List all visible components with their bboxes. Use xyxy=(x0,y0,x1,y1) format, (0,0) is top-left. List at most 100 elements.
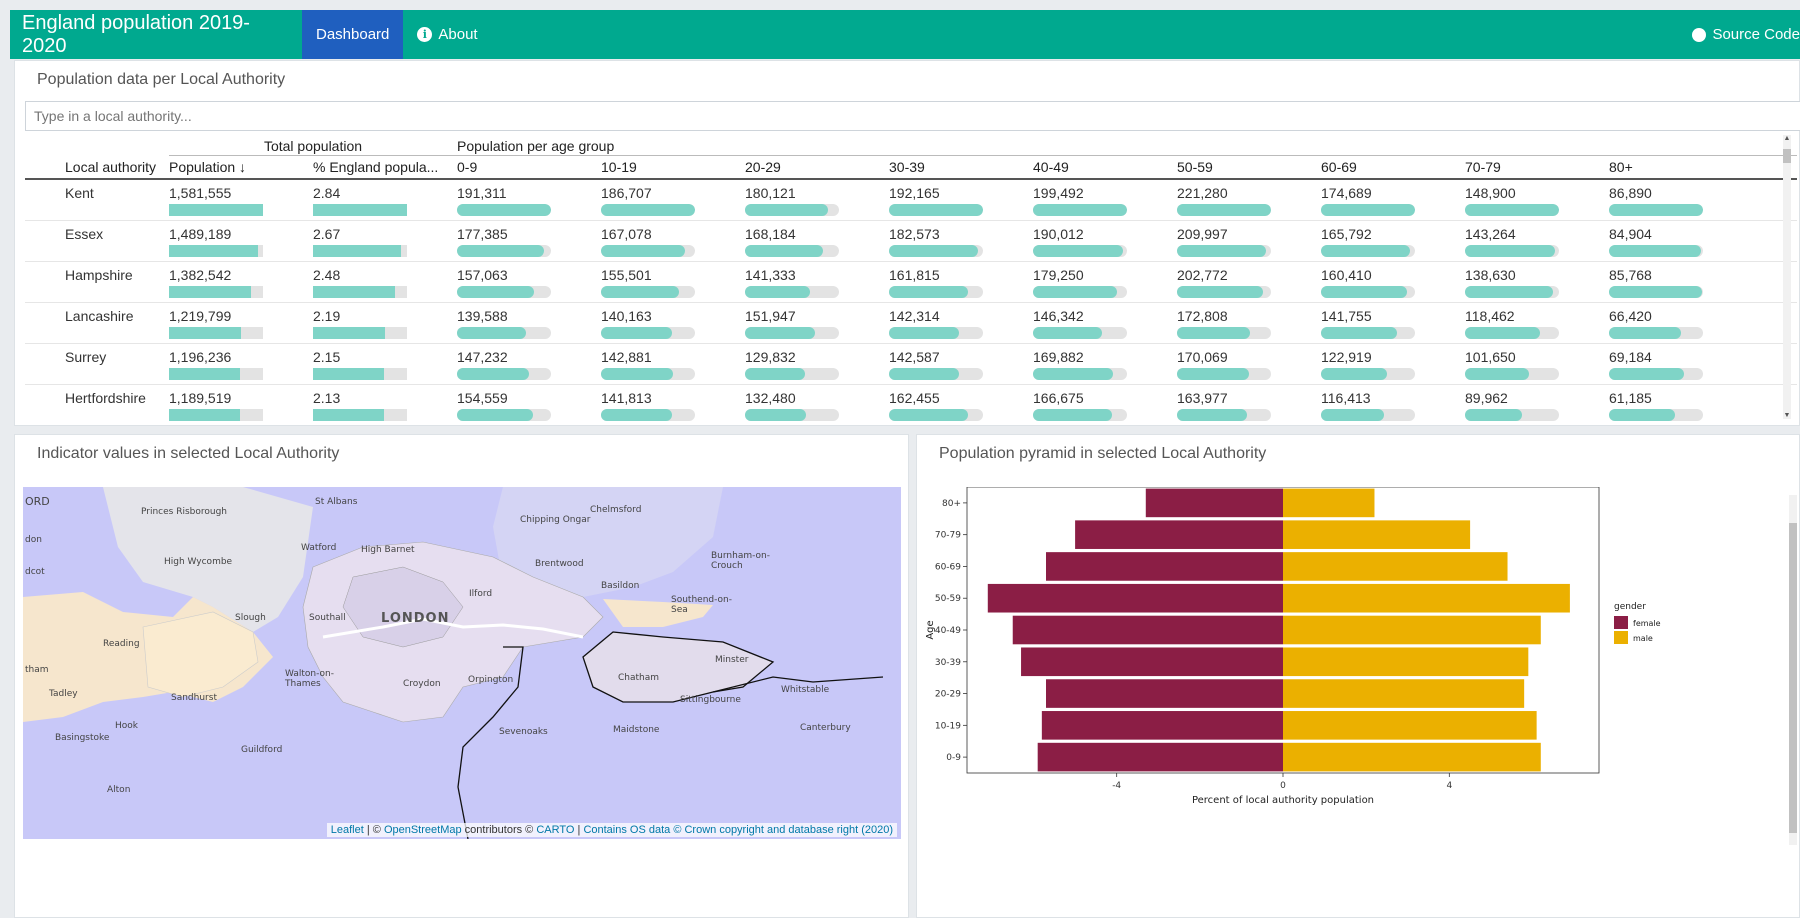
value-bar-fill xyxy=(169,408,240,421)
value-bar xyxy=(169,285,263,298)
table-scrollbar[interactable]: ▲ ▼ xyxy=(1783,135,1791,419)
table-cell: 138,630 xyxy=(1465,261,1610,303)
map-label: High Wycombe xyxy=(164,557,233,567)
legend-label: female xyxy=(1633,619,1661,628)
table-cell: 2.13 xyxy=(313,384,458,423)
github-icon xyxy=(1692,27,1707,42)
cell-value: 142,881 xyxy=(601,348,652,365)
value-bar xyxy=(1033,326,1128,339)
source-code-link[interactable]: Source Code xyxy=(1692,10,1800,59)
value-bar xyxy=(601,367,696,380)
y-tick-label: 60-69 xyxy=(935,562,961,572)
value-bar-fill xyxy=(1033,408,1112,421)
scroll-down-icon[interactable]: ▼ xyxy=(1783,412,1791,419)
table-cell: 177,385 xyxy=(457,220,602,262)
table-row[interactable]: Kent 1,581,555 2.84 191,311 186,707 180,121 19… xyxy=(25,179,1797,221)
pyramid-bar-male xyxy=(1283,615,1541,645)
column-header[interactable]: 50-59 xyxy=(1177,155,1322,180)
value-bar-fill xyxy=(1177,244,1267,257)
value-bar xyxy=(601,408,696,421)
value-bar-fill xyxy=(1321,367,1388,380)
pyramid-bar-female xyxy=(1075,520,1283,549)
column-header[interactable]: 40-49 xyxy=(1033,155,1178,180)
pyramid-bar-female xyxy=(1145,488,1283,518)
column-header[interactable]: % England popula... xyxy=(313,155,458,180)
map-label: Chipping Ongar xyxy=(520,515,591,525)
value-bar xyxy=(745,367,840,380)
carto-link[interactable]: CARTO xyxy=(536,824,574,836)
pyramid-bar-female xyxy=(1021,647,1283,677)
value-bar xyxy=(889,285,984,298)
group-spacer xyxy=(25,135,169,155)
column-header[interactable]: 20-29 xyxy=(745,155,890,180)
map-label: Guildford xyxy=(241,745,283,755)
value-bar-fill xyxy=(1465,367,1530,380)
table-cell: 174,689 xyxy=(1321,179,1466,221)
table-cell: 167,078 xyxy=(601,220,746,262)
local-authority-search-input[interactable] xyxy=(25,101,1800,131)
leaflet-link[interactable]: Leaflet xyxy=(331,824,364,836)
table-cell: 2.67 xyxy=(313,220,458,262)
cell-value: 202,772 xyxy=(1177,266,1228,283)
cell-value: 2.15 xyxy=(313,348,341,365)
local-authority-name: Kent xyxy=(25,179,169,221)
map[interactable]: ORD Princes Risborough St Albans Chippin… xyxy=(23,487,901,839)
value-bar-fill xyxy=(889,367,959,380)
value-bar-fill xyxy=(1033,204,1128,216)
value-bar-fill xyxy=(313,285,396,298)
map-label: Sittingbourne xyxy=(680,695,741,705)
table-row[interactable]: Hampshire 1,382,542 2.48 157,063 155,501 141,… xyxy=(25,261,1797,303)
scroll-up-icon[interactable]: ▲ xyxy=(1783,135,1791,142)
table-cell: 132,480 xyxy=(745,384,890,423)
value-bar xyxy=(1177,204,1272,216)
value-bar xyxy=(313,326,407,339)
table-cell: 86,890 xyxy=(1609,179,1797,221)
value-bar-fill xyxy=(1033,367,1114,380)
table-row[interactable]: Lancashire 1,219,799 2.19 139,588 140,163 151… xyxy=(25,302,1797,344)
scroll-thumb[interactable] xyxy=(1783,149,1791,163)
column-header[interactable]: 0-9 xyxy=(457,155,602,180)
local-authority-name: Hertfordshire xyxy=(25,384,169,423)
cell-value: 177,385 xyxy=(457,225,508,242)
value-bar xyxy=(1321,326,1416,339)
column-header[interactable]: 30-39 xyxy=(889,155,1034,180)
cell-value: 151,947 xyxy=(745,307,796,324)
attribution-text: contributors © xyxy=(461,824,537,836)
column-header[interactable]: 60-69 xyxy=(1321,155,1466,180)
column-header[interactable]: 70-79 xyxy=(1465,155,1610,180)
scroll-thumb[interactable] xyxy=(1789,523,1797,833)
os-data-link[interactable]: Contains OS data © Crown copyright and d… xyxy=(583,824,893,836)
tab-about[interactable]: i About xyxy=(403,10,491,59)
column-header[interactable]: Population ↓ xyxy=(169,155,313,180)
table-row[interactable]: Surrey 1,196,236 2.15 147,232 142,881 129,832… xyxy=(25,343,1797,385)
local-authority-name: Essex xyxy=(25,220,169,262)
osm-link[interactable]: OpenStreetMap xyxy=(384,824,462,836)
cell-value: 85,768 xyxy=(1609,266,1652,283)
value-bar xyxy=(889,204,984,216)
table-cell: 143,264 xyxy=(1465,220,1610,262)
value-bar-fill xyxy=(457,367,530,380)
tab-dashboard[interactable]: Dashboard xyxy=(302,10,404,59)
map-label: Croydon xyxy=(403,679,441,689)
pyramid-bar-female xyxy=(1046,552,1283,581)
cell-value: 221,280 xyxy=(1177,185,1228,201)
cell-value: 138,630 xyxy=(1465,266,1516,283)
table-cell: 118,462 xyxy=(1465,302,1610,344)
y-tick-label: 10-19 xyxy=(935,721,961,731)
table-cell: 172,808 xyxy=(1177,302,1322,344)
value-bar xyxy=(1465,285,1560,298)
map-label: Sevenoaks xyxy=(499,727,548,737)
column-header[interactable]: 10-19 xyxy=(601,155,746,180)
value-bar xyxy=(457,367,552,380)
column-header[interactable]: Local authority xyxy=(25,155,169,180)
table-row[interactable]: Hertfordshire 1,189,519 2.13 154,559 141,813… xyxy=(25,384,1797,423)
table-row[interactable]: Essex 1,489,189 2.67 177,385 167,078 168,184 1… xyxy=(25,220,1797,262)
pyramid-scrollbar[interactable] xyxy=(1789,495,1797,845)
column-header[interactable]: 80+ xyxy=(1609,155,1797,180)
tab-about-label: About xyxy=(438,26,478,43)
table-cell: 1,489,189 xyxy=(169,220,313,262)
y-tick-label: 0-9 xyxy=(946,753,961,763)
table-cell: 122,919 xyxy=(1321,343,1466,385)
table-cell: 142,881 xyxy=(601,343,746,385)
group-header-age: Population per age group xyxy=(457,135,1797,156)
